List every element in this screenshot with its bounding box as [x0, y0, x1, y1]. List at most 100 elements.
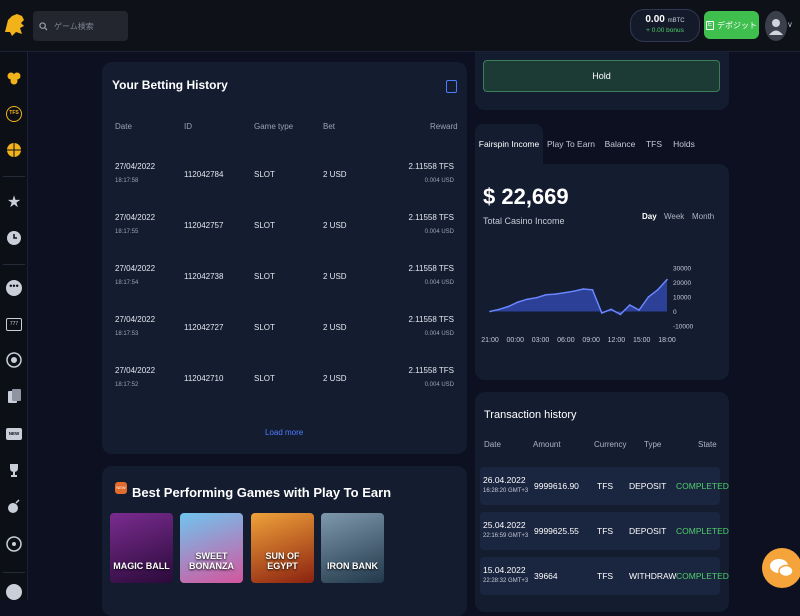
- row-bet: 2 USD: [323, 170, 347, 179]
- game-tile-magic-ball[interactable]: MAGIC BALL: [110, 513, 173, 583]
- dots-icon[interactable]: [4, 582, 24, 602]
- table-row: 27/04/2022 18:17:58 112042784 SLOT 2 USD…: [102, 162, 467, 206]
- column-header-bet: Bet: [323, 122, 336, 131]
- tab-balance[interactable]: Balance: [599, 124, 641, 164]
- row-id: 112042727: [184, 323, 224, 332]
- chevron-down-icon[interactable]: ∨: [787, 20, 793, 29]
- y-tick-label: 20000: [673, 280, 691, 287]
- row-date: 27/04/2022: [115, 213, 156, 222]
- row-bet: 2 USD: [323, 323, 347, 332]
- chart-point: [610, 308, 612, 311]
- balance-bonus: + 0.00 bonus: [646, 27, 684, 34]
- row-reward: 2.11558 TFS: [408, 315, 454, 324]
- chart-point: [647, 296, 650, 298]
- tx-date: 25.04.2022: [483, 520, 526, 530]
- y-tick-label: 0: [673, 309, 677, 316]
- tx-type: WITHDRAW: [629, 571, 677, 581]
- betting-history-title: Your Betting History: [112, 78, 228, 92]
- chart-point: [573, 290, 575, 292]
- row-bet: 2 USD: [323, 272, 347, 281]
- chat-button[interactable]: [762, 548, 800, 588]
- x-tick-label: 12:00: [608, 337, 626, 344]
- chart-point: [638, 309, 640, 311]
- tx-currency: TFS: [597, 571, 614, 581]
- row-reward: 2.11558 TFS: [408, 213, 454, 222]
- tfs-icon[interactable]: TFS: [4, 104, 24, 124]
- more-icon[interactable]: •••: [4, 278, 24, 298]
- tx-date: 26.04.2022: [483, 475, 526, 485]
- x-tick-label: 00:00: [507, 337, 525, 344]
- row-reward-usd: 0.004 USD: [424, 382, 454, 388]
- column-header-state: State: [698, 440, 717, 449]
- search-icon: [39, 21, 48, 31]
- tx-time: 16:28:20 GMT+3: [483, 488, 529, 494]
- tab-tfs[interactable]: TFS: [643, 124, 665, 164]
- income-card: $ 22,669 Total Casino Income Day Week Mo…: [475, 164, 729, 380]
- tx-time: 22:28:32 GMT+3: [483, 578, 529, 584]
- tx-type: DEPOSIT: [629, 481, 667, 491]
- chart-point: [628, 304, 631, 306]
- row-time: 18:17:55: [115, 229, 139, 235]
- balance-widget[interactable]: 0.00 mBTC + 0.00 bonus: [630, 9, 700, 42]
- clock-icon[interactable]: [4, 228, 24, 248]
- transaction-history-title: Transaction history: [484, 409, 577, 421]
- row-date: 27/04/2022: [115, 315, 156, 324]
- column-header-reward: Reward: [430, 122, 458, 131]
- period-day[interactable]: Day: [642, 212, 657, 221]
- x-tick-label: 15:00: [633, 337, 651, 344]
- transaction-row: 15.04.2022 22:28:32 GMT+3 39664 TFS WITH…: [480, 557, 729, 595]
- load-more-link[interactable]: Load more: [265, 428, 303, 437]
- column-header-amount: Amount: [533, 440, 561, 449]
- wheel-icon[interactable]: [4, 534, 24, 554]
- column-header-type: Type: [644, 440, 662, 449]
- row-type: SLOT: [254, 272, 275, 281]
- search-input[interactable]: ゲーム検索: [33, 11, 128, 41]
- chart-point: [563, 291, 566, 294]
- income-tabs: Fairspin Income Play To Earn Balance TFS…: [475, 124, 730, 164]
- games-card: NEW Best Performing Games with Play To E…: [102, 466, 467, 616]
- tab-fairspin-income[interactable]: Fairspin Income: [475, 124, 543, 164]
- roulette-icon[interactable]: [4, 350, 24, 370]
- row-date: 27/04/2022: [115, 162, 156, 171]
- row-type: SLOT: [254, 323, 275, 332]
- tab-play-to-earn[interactable]: Play To Earn: [545, 124, 597, 164]
- row-time: 18:17:53: [115, 331, 139, 337]
- user-avatar[interactable]: [765, 11, 787, 41]
- bomb-icon[interactable]: [4, 496, 24, 516]
- chart-point: [517, 301, 519, 303]
- chart-point: [554, 293, 557, 295]
- column-header-game-type: Game type: [254, 122, 294, 131]
- chart-point: [489, 310, 491, 313]
- game-tile-iron-bank[interactable]: IRON BANK: [321, 513, 384, 583]
- new-icon[interactable]: NEW: [4, 424, 24, 444]
- deposit-button[interactable]: E デポジット: [704, 11, 759, 39]
- column-header-date: Date: [484, 440, 501, 449]
- trophy-icon[interactable]: [4, 460, 24, 480]
- game-tile-sweet-bonanza[interactable]: SWEET BONANZA: [180, 513, 243, 583]
- star-icon[interactable]: ★: [4, 192, 24, 212]
- user-icon: [769, 19, 783, 35]
- row-time: 18:17:52: [115, 382, 139, 388]
- games-title: Best Performing Games with Play To Earn: [132, 485, 392, 500]
- x-tick-label: 18:00: [658, 337, 676, 344]
- tx-state: COMPLETED: [676, 526, 729, 536]
- slot-icon[interactable]: 777: [4, 314, 24, 334]
- cards-icon[interactable]: [4, 386, 24, 406]
- grid-view-icon[interactable]: [446, 80, 457, 93]
- lion-logo-icon[interactable]: [2, 10, 28, 40]
- game-tile-sun-of-egypt[interactable]: SUN OF EGYPT: [251, 513, 314, 583]
- clover-icon[interactable]: [4, 68, 24, 88]
- period-week[interactable]: Week: [664, 212, 684, 221]
- hold-button[interactable]: Hold: [483, 60, 720, 92]
- chart-point: [535, 296, 538, 299]
- period-month[interactable]: Month: [692, 212, 714, 221]
- table-row: 27/04/2022 18:17:53 112042727 SLOT 2 USD…: [102, 315, 467, 359]
- x-tick-label: 21:00: [481, 337, 499, 344]
- basketball-icon[interactable]: [4, 140, 24, 160]
- row-bet: 2 USD: [323, 374, 347, 383]
- betting-history-card: Your Betting History Date ID Game type B…: [102, 62, 467, 454]
- tab-holds[interactable]: Holds: [669, 124, 699, 164]
- chart-point: [545, 294, 547, 296]
- income-chart: 30000 20000 10000 0 -10000 21:00 00:00 03:00 06:…: [481, 266, 693, 345]
- chart-point: [498, 308, 501, 311]
